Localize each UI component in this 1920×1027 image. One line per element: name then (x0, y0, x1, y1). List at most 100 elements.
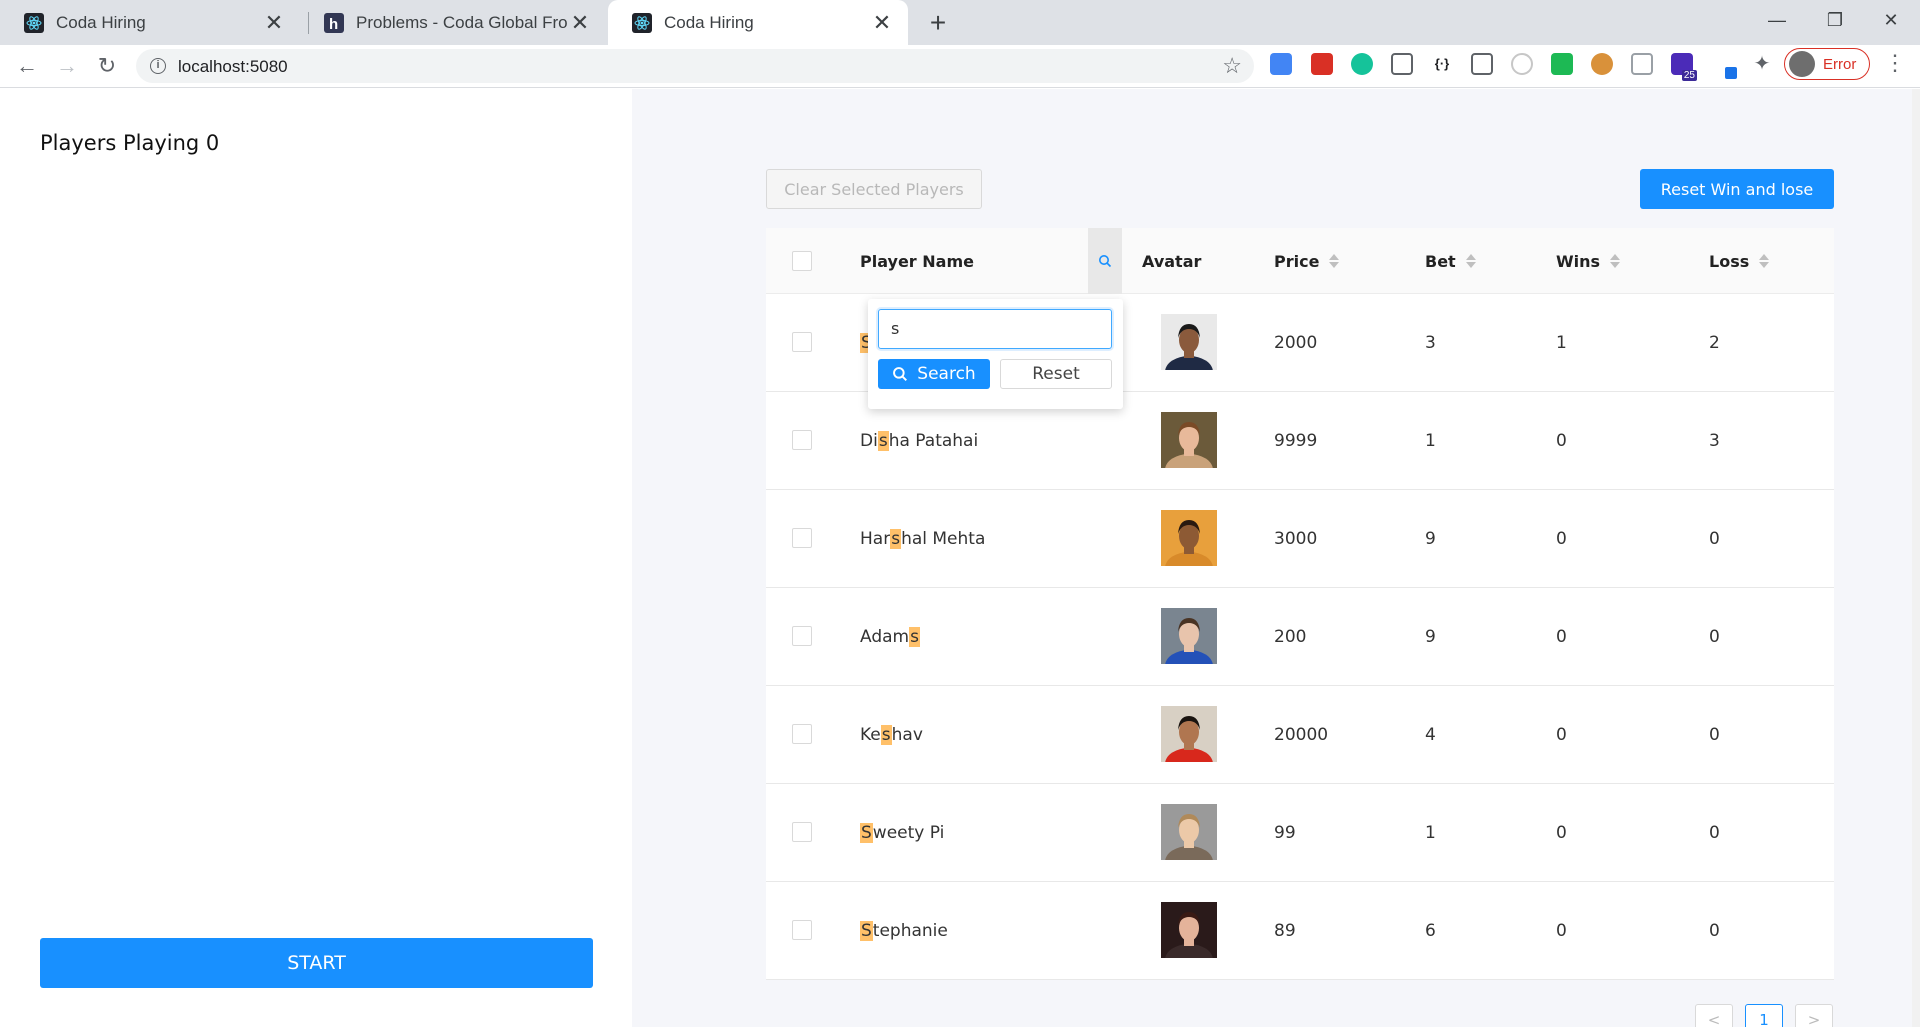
bet-cell: 4 (1425, 724, 1436, 745)
sort-icon[interactable] (1610, 254, 1621, 268)
wins-cell: 0 (1556, 724, 1567, 745)
browser-tab-1[interactable]: Coda Hiring ✕ (0, 0, 300, 45)
bet-cell: 9 (1425, 528, 1436, 549)
svg-text:h: h (329, 16, 338, 33)
red-extension-icon[interactable] (1311, 53, 1333, 75)
select-all-checkbox[interactable] (792, 251, 812, 271)
address-bar[interactable]: i localhost:5080 ☆ (136, 49, 1254, 83)
wins-cell: 0 (1556, 528, 1567, 549)
table-header: Player Name Avatar Price Bet Wins Loss (766, 228, 1834, 294)
column-loss[interactable]: Loss (1709, 228, 1770, 294)
extension-badge: 25 (1681, 70, 1697, 81)
loss-cell: 0 (1709, 822, 1720, 843)
player-avatar (1161, 314, 1217, 370)
scrollbar[interactable] (1912, 89, 1920, 1027)
row-checkbox[interactable] (792, 920, 812, 940)
search-highlight: S (860, 920, 873, 941)
player-avatar (1161, 608, 1217, 664)
eyedropper-extension-icon[interactable] (1711, 53, 1737, 79)
reset-win-lose-button[interactable]: Reset Win and lose (1640, 169, 1834, 209)
sort-icon[interactable] (1759, 254, 1770, 268)
search-highlight: S (860, 822, 873, 843)
row-checkbox[interactable] (792, 626, 812, 646)
price-cell: 20000 (1274, 724, 1329, 745)
timer-extension-icon[interactable] (1511, 53, 1533, 75)
pagination-next[interactable]: > (1795, 1004, 1833, 1027)
more-menu-icon[interactable]: ⋮ (1884, 48, 1906, 80)
table-row[interactable]: Adam s 200 9 0 0 (766, 588, 1834, 686)
name-prefix: Ke (860, 724, 881, 745)
name-suffix: weety Pi (872, 822, 945, 843)
close-icon[interactable]: ✕ (870, 10, 894, 36)
filter-reset-button[interactable]: Reset (1000, 359, 1112, 389)
search-icon (1099, 255, 1112, 268)
row-checkbox[interactable] (792, 822, 812, 842)
browser-tab-bar: Coda Hiring ✕ h Problems - Coda Global F… (0, 0, 1920, 45)
wins-cell: 0 (1556, 430, 1567, 451)
pagination-prev[interactable]: < (1695, 1004, 1733, 1027)
table-row[interactable]: Sweety Pi 99 1 0 0 (766, 784, 1834, 882)
restore-icon[interactable]: ❐ (1806, 0, 1864, 40)
search-highlight: s (880, 724, 892, 745)
cookie-extension-icon[interactable] (1591, 53, 1613, 75)
price-cell: 3000 (1274, 528, 1318, 549)
grammarly-icon[interactable] (1351, 53, 1373, 75)
sort-icon[interactable] (1465, 254, 1476, 268)
bookmark-star-icon[interactable]: ☆ (1222, 53, 1242, 79)
row-checkbox[interactable] (792, 430, 812, 450)
table-row[interactable]: Har s hal Mehta 3000 9 0 0 (766, 490, 1834, 588)
reload-icon[interactable]: ↻ (90, 49, 124, 83)
translate-extension-icon[interactable] (1270, 53, 1292, 75)
profile-avatar (1789, 51, 1815, 77)
tab-title: Coda Hiring (56, 12, 146, 32)
tab-title: Coda Hiring (664, 12, 754, 32)
filter-search-button[interactable]: Search (878, 359, 990, 389)
player-name-cell: Stephanie (860, 882, 948, 979)
json-extension-icon[interactable]: {·} (1431, 53, 1453, 75)
clear-selected-players-button[interactable]: Clear Selected Players (766, 169, 982, 209)
clipboard-extension-icon[interactable] (1631, 53, 1653, 75)
profile-error-label: Error (1823, 55, 1857, 73)
site-info-icon[interactable]: i (150, 58, 166, 74)
sort-icon[interactable] (1329, 254, 1340, 268)
column-bet[interactable]: Bet (1425, 228, 1476, 294)
puzzle-extensions-icon[interactable]: ✦ (1751, 53, 1773, 75)
table-row[interactable]: Ke s hav 20000 4 0 0 (766, 686, 1834, 784)
row-checkbox[interactable] (792, 724, 812, 744)
close-icon[interactable]: ✕ (568, 10, 592, 36)
screenshot-extension-icon[interactable] (1471, 53, 1493, 75)
cast-extension-icon[interactable] (1391, 53, 1413, 75)
table-row[interactable]: Stephanie 89 6 0 0 (766, 882, 1834, 980)
profile-button[interactable]: Error (1784, 48, 1870, 80)
minimize-icon[interactable]: — (1748, 0, 1806, 40)
column-avatar: Avatar (1142, 228, 1201, 294)
new-tab-button[interactable]: + (921, 6, 955, 40)
back-icon[interactable]: ← (10, 49, 44, 83)
row-checkbox[interactable] (792, 528, 812, 548)
close-icon[interactable]: ✕ (262, 10, 286, 36)
price-cell: 9999 (1274, 430, 1318, 451)
wins-cell: 0 (1556, 920, 1567, 941)
row-checkbox[interactable] (792, 332, 812, 352)
price-cell: 2000 (1274, 332, 1318, 353)
header-label: Loss (1709, 251, 1750, 271)
bet-cell: 1 (1425, 822, 1436, 843)
forward-icon[interactable]: → (50, 49, 84, 83)
column-wins[interactable]: Wins (1556, 228, 1621, 294)
player-name-cell: Adam s (860, 588, 920, 685)
pagination-page-1[interactable]: 1 (1745, 1004, 1783, 1027)
window-close-icon[interactable]: ✕ (1862, 0, 1920, 40)
filter-search-input[interactable]: s (878, 309, 1112, 349)
badge-extension-icon[interactable]: 25 (1671, 53, 1697, 81)
name-filter-toggle[interactable] (1088, 228, 1122, 294)
column-price[interactable]: Price (1274, 228, 1340, 294)
react-logo-icon (24, 12, 44, 33)
bet-cell: 6 (1425, 920, 1436, 941)
browser-tab-3[interactable]: Coda Hiring ✕ (608, 0, 908, 45)
url-text[interactable]: localhost:5080 (178, 57, 288, 77)
header-label: Player Name (860, 251, 974, 271)
player-name-cell: Ke s hav (860, 686, 923, 783)
browser-tab-2[interactable]: h Problems - Coda Global Frontend ✕ (300, 0, 606, 45)
start-button[interactable]: START (40, 938, 593, 988)
green-extension-icon[interactable] (1551, 53, 1573, 75)
